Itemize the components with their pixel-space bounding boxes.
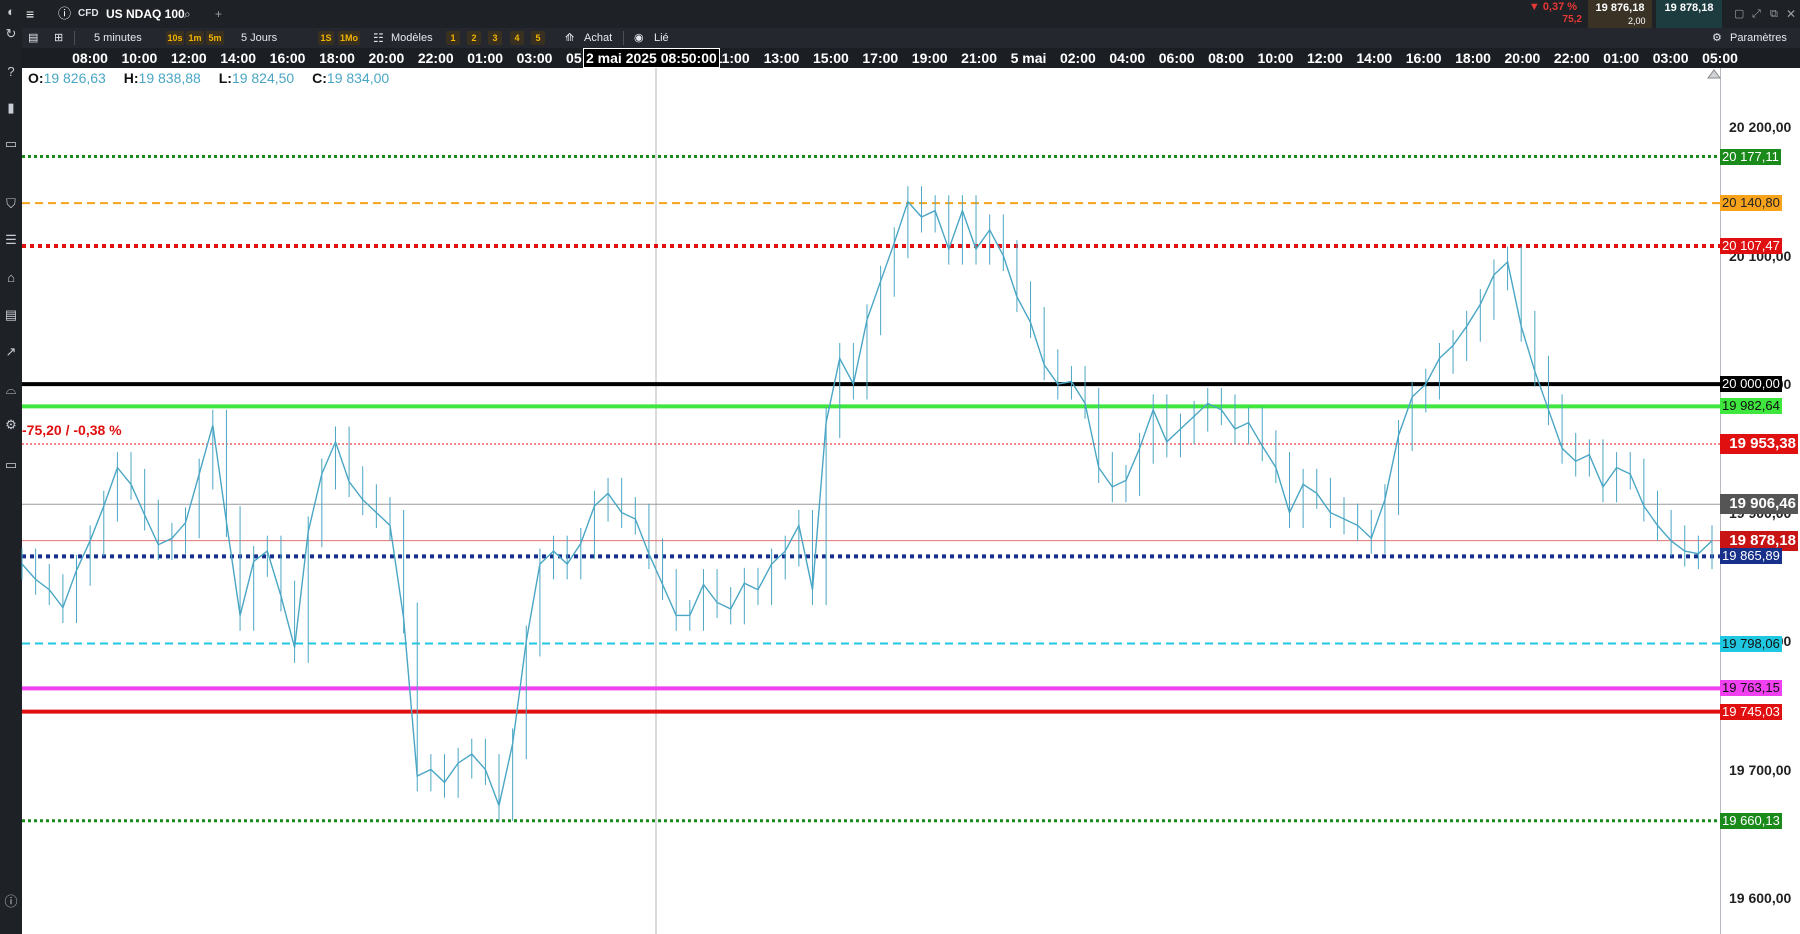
y-tick-5: 19 700,00 — [1729, 761, 1792, 778]
low-value: 19 824,50 — [231, 70, 295, 86]
level-tag-8[interactable]: 19 865,89 — [1720, 548, 1782, 565]
level-tag-2[interactable]: 20 107,47 — [1720, 237, 1782, 254]
close-label: C: — [312, 70, 327, 86]
high-value: 19 838,88 — [138, 70, 201, 86]
price-chart — [21, 68, 1721, 934]
level-tag-9[interactable]: 19 798,06 — [1720, 635, 1782, 652]
level-tag-5[interactable]: 19 953,38 — [1720, 433, 1798, 454]
level-tag-1[interactable]: 20 140,80 — [1720, 195, 1782, 212]
close-value: 19 834,00 — [326, 70, 390, 86]
level-tag-4[interactable]: 19 982,64 — [1720, 398, 1782, 415]
y-tick-0: 20 200,00 — [1729, 119, 1792, 136]
level-tag-6[interactable]: 19 906,46 — [1720, 494, 1798, 515]
open-label: O: — [28, 70, 44, 86]
level-tag-12[interactable]: 19 660,13 — [1720, 812, 1782, 829]
change-annotation: -75,20 / -0,38 % — [22, 422, 122, 438]
open-value: 19 826,63 — [43, 70, 106, 86]
y-tick-6: 19 600,00 — [1729, 890, 1792, 907]
high-label: H: — [123, 70, 139, 86]
scroll-marker-icon — [1707, 69, 1721, 79]
level-tag-3[interactable]: 20 000,00 — [1720, 376, 1782, 393]
ohlc-readout: O:19 826,63 H:19 838,88 L:19 824,50 C:19… — [28, 70, 403, 86]
low-label: L: — [218, 70, 232, 86]
level-tag-11[interactable]: 19 745,03 — [1720, 703, 1782, 720]
price-series-line — [21, 200, 1713, 808]
level-tag-0[interactable]: 20 177,11 — [1720, 148, 1781, 165]
level-tag-10[interactable]: 19 763,15 — [1720, 680, 1782, 697]
